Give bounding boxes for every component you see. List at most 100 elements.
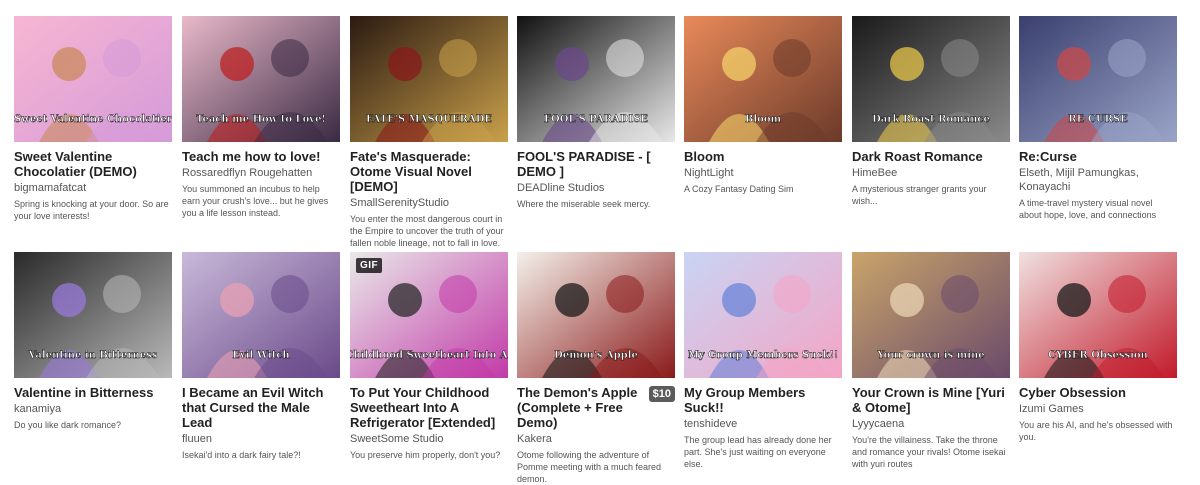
- game-card[interactable]: Sweet Valentine Chocolatier Sweet Valenti…: [14, 16, 172, 222]
- game-title-link[interactable]: Sweet Valentine Chocolatier (DEMO): [14, 149, 172, 179]
- author-link[interactable]: bigmamafatcat: [14, 181, 172, 195]
- cover-art: Bloom: [684, 16, 842, 142]
- cover-title-art: Teach me How to Love!: [196, 114, 326, 125]
- game-description: You preserve him properly, don't you?: [350, 450, 501, 460]
- game-thumbnail[interactable]: Demon's Apple: [517, 252, 675, 378]
- game-title-link[interactable]: Teach me how to love!: [182, 149, 340, 164]
- price-badge: $10: [648, 386, 675, 402]
- game-description: You summoned an incubus to help earn you…: [182, 184, 329, 218]
- author-link[interactable]: SmallSerenityStudio: [350, 196, 508, 210]
- game-thumbnail[interactable]: Bloom: [684, 16, 842, 142]
- author-link[interactable]: Izumi Games: [1019, 402, 1177, 416]
- game-description: Do you like dark romance?: [14, 420, 122, 430]
- cover-title-art: To Put Your Childhood Sweetheart Into A …: [350, 350, 508, 361]
- game-thumbnail[interactable]: FOOL'S PARADISE: [517, 16, 675, 142]
- game-card[interactable]: Bloom Bloom NightLight A Cozy Fantasy Datin…: [684, 16, 842, 195]
- game-description: Spring is knocking at your door. So are …: [14, 199, 169, 221]
- author-link[interactable]: NightLight: [684, 166, 842, 180]
- title-row: Fate's Masquerade: Otome Visual Novel [D…: [350, 149, 508, 194]
- cover-art: CYBER Obsession: [1019, 252, 1177, 378]
- cover-title-art: Dark Roast Romance: [872, 114, 990, 125]
- cover-title-art: Evil Witch: [232, 350, 290, 361]
- author-link[interactable]: HimeBee: [852, 166, 1010, 180]
- game-card[interactable]: CYBER Obsession Cyber Obsession Izumi Game…: [1019, 252, 1177, 443]
- game-grid: Sweet Valentine Chocolatier Sweet Valenti…: [0, 0, 1200, 485]
- cover-title-art: Valentine in Bitterness: [28, 350, 158, 361]
- title-row: To Put Your Childhood Sweetheart Into A …: [350, 385, 508, 430]
- cover-art: Valentine in Bitterness: [14, 252, 172, 378]
- game-card[interactable]: FATE'S MASQUERADE Fate's Masquerade: Otom…: [350, 16, 508, 249]
- author-link[interactable]: Rossaredflyn Rougehatten: [182, 166, 340, 180]
- game-thumbnail[interactable]: Evil Witch: [182, 252, 340, 378]
- title-row: Valentine in Bitterness: [14, 385, 172, 400]
- game-thumbnail[interactable]: My Group Members Suck!!: [684, 252, 842, 378]
- cover-title-art: My Group Members Suck!!: [688, 350, 839, 361]
- game-description: A mysterious stranger grants your wish..…: [852, 184, 987, 206]
- cover-art: FATE'S MASQUERADE: [350, 16, 508, 142]
- cover-art: FOOL'S PARADISE: [517, 16, 675, 142]
- game-thumbnail[interactable]: Your crown is mine: [852, 252, 1010, 378]
- game-title-link[interactable]: To Put Your Childhood Sweetheart Into A …: [350, 385, 508, 430]
- game-thumbnail[interactable]: Dark Roast Romance: [852, 16, 1010, 142]
- cover-art: Evil Witch: [182, 252, 340, 378]
- game-thumbnail[interactable]: Valentine in Bitterness: [14, 252, 172, 378]
- cover-title-art: Your crown is mine: [876, 350, 984, 361]
- game-card[interactable]: Valentine in Bitterness Valentine in Bitt…: [14, 252, 172, 431]
- game-thumbnail[interactable]: Teach me How to Love!: [182, 16, 340, 142]
- cover-art: Dark Roast Romance: [852, 16, 1010, 142]
- game-description: Where the miserable seek mercy.: [517, 199, 651, 209]
- cover-art: Sweet Valentine Chocolatier: [14, 16, 172, 142]
- title-row: Teach me how to love!: [182, 149, 340, 164]
- game-description: You enter the most dangerous court in th…: [350, 214, 504, 248]
- gif-badge: GIF: [356, 258, 383, 273]
- game-thumbnail[interactable]: Sweet Valentine Chocolatier: [14, 16, 172, 142]
- author-link[interactable]: kanamiya: [14, 402, 172, 416]
- cover-art: RE:CURSE: [1019, 16, 1177, 142]
- game-title-link[interactable]: Re:Curse: [1019, 149, 1177, 164]
- game-description: You're the villainess. Take the throne a…: [852, 435, 1006, 469]
- game-description: Otome following the adventure of Pomme m…: [517, 450, 662, 484]
- game-card[interactable]: Your crown is mine Your Crown is Mine [Yu…: [852, 252, 1010, 470]
- cover-title-art: FOOL'S PARADISE: [544, 114, 649, 125]
- title-row: Your Crown is Mine [Yuri & Otome]: [852, 385, 1010, 415]
- author-link[interactable]: Elseth, Mijil Pamungkas, Konayachi: [1019, 166, 1177, 194]
- title-row: Bloom: [684, 149, 842, 164]
- author-link[interactable]: SweetSome Studio: [350, 432, 508, 446]
- game-title-link[interactable]: Valentine in Bitterness: [14, 385, 172, 400]
- game-title-link[interactable]: Cyber Obsession: [1019, 385, 1177, 400]
- title-row: Cyber Obsession: [1019, 385, 1177, 400]
- game-description: You are his AI, and he's obsessed with y…: [1019, 420, 1173, 442]
- game-title-link[interactable]: Dark Roast Romance: [852, 149, 1010, 164]
- author-link[interactable]: tenshideve: [684, 417, 842, 431]
- cover-title-art: Demon's Apple: [554, 350, 638, 361]
- game-title-link[interactable]: FOOL'S PARADISE - [ DEMO ]: [517, 149, 675, 179]
- game-title-link[interactable]: Bloom: [684, 149, 842, 164]
- game-title-link[interactable]: I Became an Evil Witch that Cursed the M…: [182, 385, 340, 430]
- title-row: I Became an Evil Witch that Cursed the M…: [182, 385, 340, 430]
- author-link[interactable]: DEADline Studios: [517, 181, 675, 195]
- game-card[interactable]: Demon's Apple The Demon's Apple (Complete…: [517, 252, 675, 485]
- game-title-link[interactable]: Your Crown is Mine [Yuri & Otome]: [852, 385, 1010, 415]
- game-card[interactable]: Evil Witch I Became an Evil Witch that Cu…: [182, 252, 340, 461]
- game-card[interactable]: FOOL'S PARADISE FOOL'S PARADISE - [ DEMO …: [517, 16, 675, 210]
- game-title-link[interactable]: My Group Members Suck!!: [684, 385, 842, 415]
- game-title-link[interactable]: Fate's Masquerade: Otome Visual Novel [D…: [350, 149, 508, 194]
- title-row: The Demon's Apple (Complete + Free Demo)…: [517, 385, 675, 430]
- cover-art: My Group Members Suck!!: [684, 252, 842, 378]
- game-thumbnail[interactable]: To Put Your Childhood Sweetheart Into A …: [350, 252, 508, 378]
- game-card[interactable]: To Put Your Childhood Sweetheart Into A …: [350, 252, 508, 461]
- cover-title-art: Bloom: [745, 114, 782, 125]
- game-card[interactable]: My Group Members Suck!! My Group Members …: [684, 252, 842, 470]
- game-thumbnail[interactable]: CYBER Obsession: [1019, 252, 1177, 378]
- author-link[interactable]: Kakera: [517, 432, 675, 446]
- title-row: Sweet Valentine Chocolatier (DEMO): [14, 149, 172, 179]
- game-card[interactable]: Teach me How to Love! Teach me how to lov…: [182, 16, 340, 219]
- game-thumbnail[interactable]: FATE'S MASQUERADE: [350, 16, 508, 142]
- game-card[interactable]: RE:CURSE Re:Curse Elseth, Mijil Pamungkas,…: [1019, 16, 1177, 221]
- author-link[interactable]: Lyyycaena: [852, 417, 1010, 431]
- author-link[interactable]: fluuen: [182, 432, 340, 446]
- game-card[interactable]: Dark Roast Romance Dark Roast Romance Hime…: [852, 16, 1010, 207]
- cover-art: Your crown is mine: [852, 252, 1010, 378]
- game-thumbnail[interactable]: RE:CURSE: [1019, 16, 1177, 142]
- game-description: A time-travel mystery visual novel about…: [1019, 198, 1157, 220]
